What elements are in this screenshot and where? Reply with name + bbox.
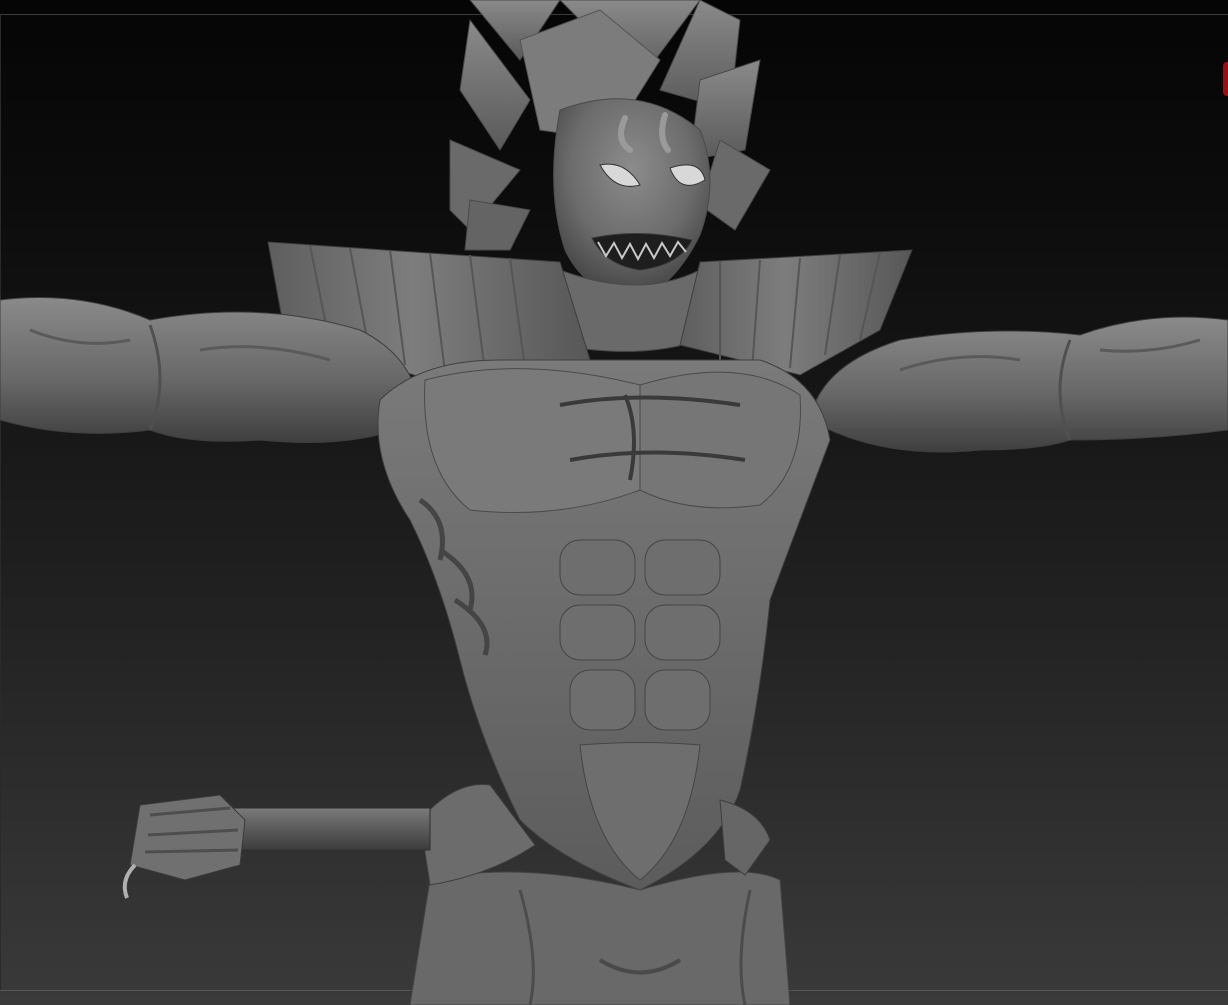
head bbox=[553, 98, 711, 299]
right-arm bbox=[809, 316, 1228, 453]
sculpt-model[interactable] bbox=[0, 0, 1228, 1005]
3d-viewport[interactable] bbox=[0, 0, 1228, 1005]
tail-rod bbox=[122, 794, 431, 899]
lower-body bbox=[409, 871, 791, 1005]
